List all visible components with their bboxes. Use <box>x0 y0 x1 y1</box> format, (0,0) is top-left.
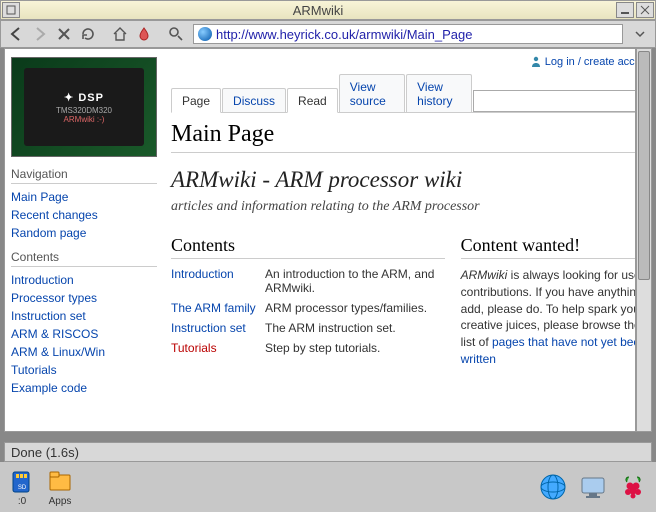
page-headline: ARMwiki - ARM processor wiki <box>171 167 636 193</box>
reload-button[interactable] <box>77 23 99 45</box>
vertical-scrollbar[interactable] <box>636 48 652 432</box>
icon-bar: SD :0 Apps <box>0 462 656 512</box>
nav-example-code[interactable]: Example code <box>11 379 157 397</box>
display-icon[interactable] <box>578 472 608 502</box>
page-subhead: articles and information relating to the… <box>171 199 636 215</box>
chip-image: ✦ DSP TMS320DM320 ARMwiki :-) <box>24 68 144 146</box>
toc-introduction[interactable]: Introduction <box>171 267 265 295</box>
page-title: Main Page <box>171 121 636 153</box>
page-viewport: ✦ DSP TMS320DM320 ARMwiki :-) Navigation… <box>4 48 636 432</box>
tab-discuss[interactable]: Discuss <box>222 88 286 112</box>
toc-arm-family[interactable]: The ARM family <box>171 301 265 315</box>
tab-view-history[interactable]: View history <box>406 74 472 112</box>
network-globe-icon[interactable] <box>538 472 568 502</box>
url-bar[interactable] <box>193 24 623 44</box>
nav-arm-linux-win[interactable]: ARM & Linux/Win <box>11 343 157 361</box>
tab-read[interactable]: Read <box>287 88 338 113</box>
window-minimize-button[interactable] <box>616 2 634 18</box>
toc-instruction-set[interactable]: Instruction set <box>171 321 265 335</box>
scrollbar-thumb[interactable] <box>638 51 650 280</box>
toc-tutorials[interactable]: Tutorials <box>171 341 265 355</box>
nav-processor-types[interactable]: Processor types <box>11 289 157 307</box>
user-links: Log in / create account <box>171 55 636 68</box>
globe-icon <box>198 27 212 41</box>
wanted-section-head: Content wanted! <box>461 235 636 259</box>
nav-arm-riscos[interactable]: ARM & RISCOS <box>11 325 157 343</box>
status-bar: Done (1.6s) <box>4 442 652 462</box>
stop-button[interactable] <box>53 23 75 45</box>
user-icon <box>530 55 542 67</box>
window-back-button[interactable] <box>2 2 20 18</box>
wiki-logo[interactable]: ✦ DSP TMS320DM320 ARMwiki :-) <box>11 57 157 157</box>
back-button[interactable] <box>5 23 27 45</box>
wiki-search[interactable] <box>473 90 636 112</box>
nav-main-page[interactable]: Main Page <box>11 188 157 206</box>
window-titlebar: ARMwiki <box>0 0 656 20</box>
browser-toolbar <box>0 20 656 48</box>
forward-button[interactable] <box>29 23 51 45</box>
wiki-search-input[interactable] <box>480 94 635 108</box>
nav-random-page[interactable]: Random page <box>11 224 157 242</box>
sd-card-icon[interactable]: SD :0 <box>8 468 36 507</box>
contents-heading: Contents <box>11 250 157 267</box>
page-tabs: Page Discuss Read View source View histo… <box>171 74 636 112</box>
contents-section-head: Contents <box>171 235 445 259</box>
nav-introduction[interactable]: Introduction <box>11 271 157 289</box>
login-link[interactable]: Log in / create account <box>545 56 636 68</box>
nav-tutorials[interactable]: Tutorials <box>11 361 157 379</box>
apps-icon[interactable]: Apps <box>46 468 74 507</box>
svg-text:SD: SD <box>18 485 27 491</box>
search-button[interactable] <box>165 23 187 45</box>
window-title: ARMwiki <box>21 3 615 18</box>
tab-view-source[interactable]: View source <box>339 74 405 112</box>
tab-page[interactable]: Page <box>171 88 221 113</box>
status-text: Done (1.6s) <box>11 445 79 460</box>
raspberry-pi-icon[interactable] <box>618 472 648 502</box>
nav-instruction-set[interactable]: Instruction set <box>11 307 157 325</box>
article-area: Log in / create account Page Discuss Rea… <box>163 49 636 431</box>
contents-table: IntroductionAn introduction to the ARM, … <box>171 267 445 355</box>
url-history-button[interactable] <box>629 23 651 45</box>
home-button[interactable] <box>109 23 131 45</box>
nav-recent-changes[interactable]: Recent changes <box>11 206 157 224</box>
wanted-body: ARMwiki is always looking for user contr… <box>461 267 636 368</box>
hotlist-button[interactable] <box>133 23 155 45</box>
nav-heading: Navigation <box>11 167 157 184</box>
window-close-button[interactable] <box>636 2 654 18</box>
wiki-sidebar: ✦ DSP TMS320DM320 ARMwiki :-) Navigation… <box>5 49 163 431</box>
url-input[interactable] <box>216 27 618 42</box>
